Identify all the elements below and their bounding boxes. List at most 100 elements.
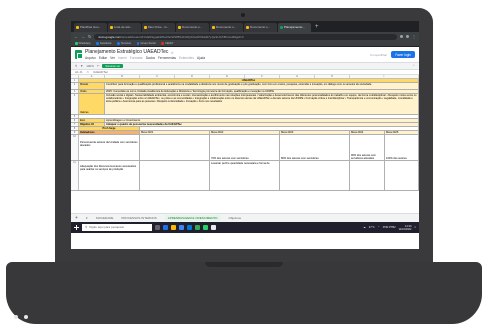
windows-start-icon[interactable] [74, 225, 79, 230]
add-sheet-button[interactable]: + [75, 215, 78, 221]
view-only-button[interactable]: Somente ver [102, 64, 124, 68]
meta-cell[interactable]: 100% dos setores [385, 135, 419, 160]
star-icon[interactable]: ☆ [170, 50, 174, 55]
empty-cell[interactable] [79, 115, 419, 118]
browser-tab[interactable]: Documento s... [244, 23, 277, 32]
meta-header-cell[interactable]: Meta 2025 [385, 131, 419, 134]
whatsapp-icon[interactable] [203, 225, 208, 230]
new-tab-button[interactable]: + [312, 23, 322, 32]
sheets-logo-icon[interactable] [75, 50, 83, 59]
reload-icon[interactable]: ↻ [88, 34, 91, 39]
menu-ajuda[interactable]: Ajuda [197, 56, 205, 60]
sheet-tab-aprendizagem[interactable]: APRENDIZAGEM E CRESCIMENTO [164, 215, 221, 221]
meta-header-cell[interactable]: Meta 2023 [280, 131, 350, 134]
meta-cell[interactable]: Levantar perfil e quantidade necessária … [210, 161, 280, 190]
row-number[interactable]: 11 [71, 161, 79, 190]
menu-extensoes[interactable]: Extensões [179, 56, 194, 60]
store-icon[interactable] [179, 225, 184, 230]
edge-icon[interactable] [163, 225, 168, 230]
bookmark-cefet[interactable]: CEFET [161, 42, 173, 45]
app-icon[interactable] [211, 225, 216, 230]
browser-tab[interactable]: Documento s... [210, 23, 243, 32]
zoom-select[interactable]: 100% [86, 64, 94, 68]
row-number[interactable]: 5 [71, 115, 79, 118]
chevron-up-icon[interactable]: ⌃ [378, 226, 380, 229]
meta-header-cell[interactable]: Meta 2022 [210, 131, 280, 134]
document-title[interactable]: Planejamento Estratégico UAEADTec [85, 49, 168, 55]
menu-inserir[interactable]: Inserir [118, 56, 127, 60]
forward-arrow-icon[interactable]: → [81, 34, 85, 39]
back-arrow-icon[interactable]: ← [74, 34, 78, 39]
browser-tab[interactable]: Documento s... [176, 23, 209, 32]
meta-header-cell[interactable]: Meta 2021 [140, 131, 210, 134]
taskbar-search[interactable]: ⚲ Digite aqui para pesquisar [82, 224, 152, 231]
column-header[interactable]: G [280, 75, 315, 78]
cell-reference[interactable]: A1:J1 [75, 70, 83, 74]
column-header[interactable]: I [350, 75, 419, 78]
profile-icon[interactable] [406, 35, 409, 38]
missao-label-cell[interactable]: Missão [79, 83, 105, 89]
menu-editar[interactable]: Editar [99, 56, 107, 60]
meta-cell[interactable]: 90% dos setores com servidores alocados [350, 135, 385, 160]
clock[interactable]: 14:30 11/10/2022 [399, 225, 412, 231]
objetivo-value-cell[interactable]: Adequar o quadro de pessoal às necessida… [105, 123, 419, 126]
column-header[interactable]: E [210, 75, 245, 78]
valores-text-cell[interactable]: Inclusão social e digital • Sustentabili… [105, 94, 419, 114]
valores-label-cell[interactable]: Valores [79, 94, 105, 114]
column-header[interactable]: C [140, 75, 175, 78]
meta-cell[interactable]: 70% dos setores com servidores [210, 135, 280, 160]
collapse-icon[interactable]: ⌃ [412, 64, 415, 68]
sheet-tab-sociedade[interactable]: SOCIEDADE [96, 216, 114, 220]
notification-icon[interactable]: □ [414, 226, 416, 229]
language-indicator[interactable]: POR PTB2 [383, 226, 396, 229]
mail-icon[interactable] [187, 225, 192, 230]
menu-ver[interactable]: Ver [110, 56, 115, 60]
meta-cell[interactable] [140, 161, 210, 190]
visao-text-cell[interactable]: 2025: Consolidar-se como Unidade Acadêmi… [105, 90, 419, 93]
task-view-icon[interactable] [155, 225, 160, 230]
bookmark-whatsapp[interactable]: WhatsApp [75, 42, 90, 45]
browser-tab[interactable]: Meu Drive - G... [142, 23, 175, 32]
meta-cell[interactable] [350, 161, 385, 190]
weather-icon[interactable]: ☁ [363, 226, 366, 229]
meta-cell[interactable] [140, 135, 210, 160]
meta-header-cell[interactable]: Meta 2024 [350, 131, 385, 134]
indicator-cell[interactable]: Percentual de setores da Unidade com ser… [79, 135, 140, 160]
url-field[interactable]: docs.google.com/spreadsheets/d/1rdaSSgqa… [94, 33, 397, 40]
title-cell[interactable]: UAEADTec [79, 79, 419, 82]
sheet-tab-processos[interactable]: PROCESSOS INTERNOS [121, 216, 156, 220]
visao-label-cell[interactable]: Visão [79, 90, 105, 93]
menu-arquivo[interactable]: Arquivo [85, 56, 96, 60]
indicator-cell[interactable]: Adequação dos Recursos Humanos necessári… [79, 161, 140, 190]
browser-tab[interactable]: Lista de ativ... [108, 23, 141, 32]
eixo-label-cell[interactable]: Eixo [79, 119, 105, 122]
row-number[interactable]: 1 [71, 79, 79, 82]
bookmark-tecnicos[interactable]: Tecnicos [117, 42, 131, 45]
objetivo-label-cell[interactable]: Objetivo 10 [79, 123, 105, 126]
missao-text-cell[interactable]: Contribuir para formação e qualificação … [105, 83, 419, 89]
corner-cell[interactable] [71, 75, 79, 78]
column-header[interactable]: D [175, 75, 210, 78]
chrome-icon[interactable] [195, 225, 200, 230]
meta-cell[interactable] [280, 161, 350, 190]
responsavel-cell[interactable]: Prof Jorge [79, 127, 140, 130]
empty-cell[interactable] [140, 127, 419, 130]
indicadores-header-cell[interactable]: Indicadores [79, 131, 140, 134]
row-number[interactable]: 2 [71, 83, 79, 89]
compartilhar-button[interactable]: Compartilhar [370, 53, 387, 57]
meta-cell[interactable] [385, 161, 419, 190]
eixo-value-cell[interactable]: Aprendizagem e Crescimento [105, 119, 419, 122]
undo-icon[interactable]: ↶ [97, 64, 100, 68]
row-number[interactable]: 6 [71, 119, 79, 122]
column-header[interactable]: A [79, 75, 105, 78]
sheet-tab-objetivos[interactable]: Objetivos [229, 216, 242, 220]
row-number[interactable]: 8 [71, 127, 79, 130]
column-header[interactable]: B [105, 75, 140, 78]
menu-ferramentas[interactable]: Ferramentas [158, 56, 176, 60]
browser-tab-active[interactable]: Planejamento... [278, 23, 311, 32]
meta-cell[interactable]: 80% dos setores com servidores [280, 135, 350, 160]
row-number[interactable]: 4 [71, 94, 79, 114]
row-number[interactable]: 3 [71, 90, 79, 93]
all-sheets-icon[interactable]: ≡ [86, 216, 88, 220]
search-icon[interactable]: ⚲ [75, 64, 77, 68]
